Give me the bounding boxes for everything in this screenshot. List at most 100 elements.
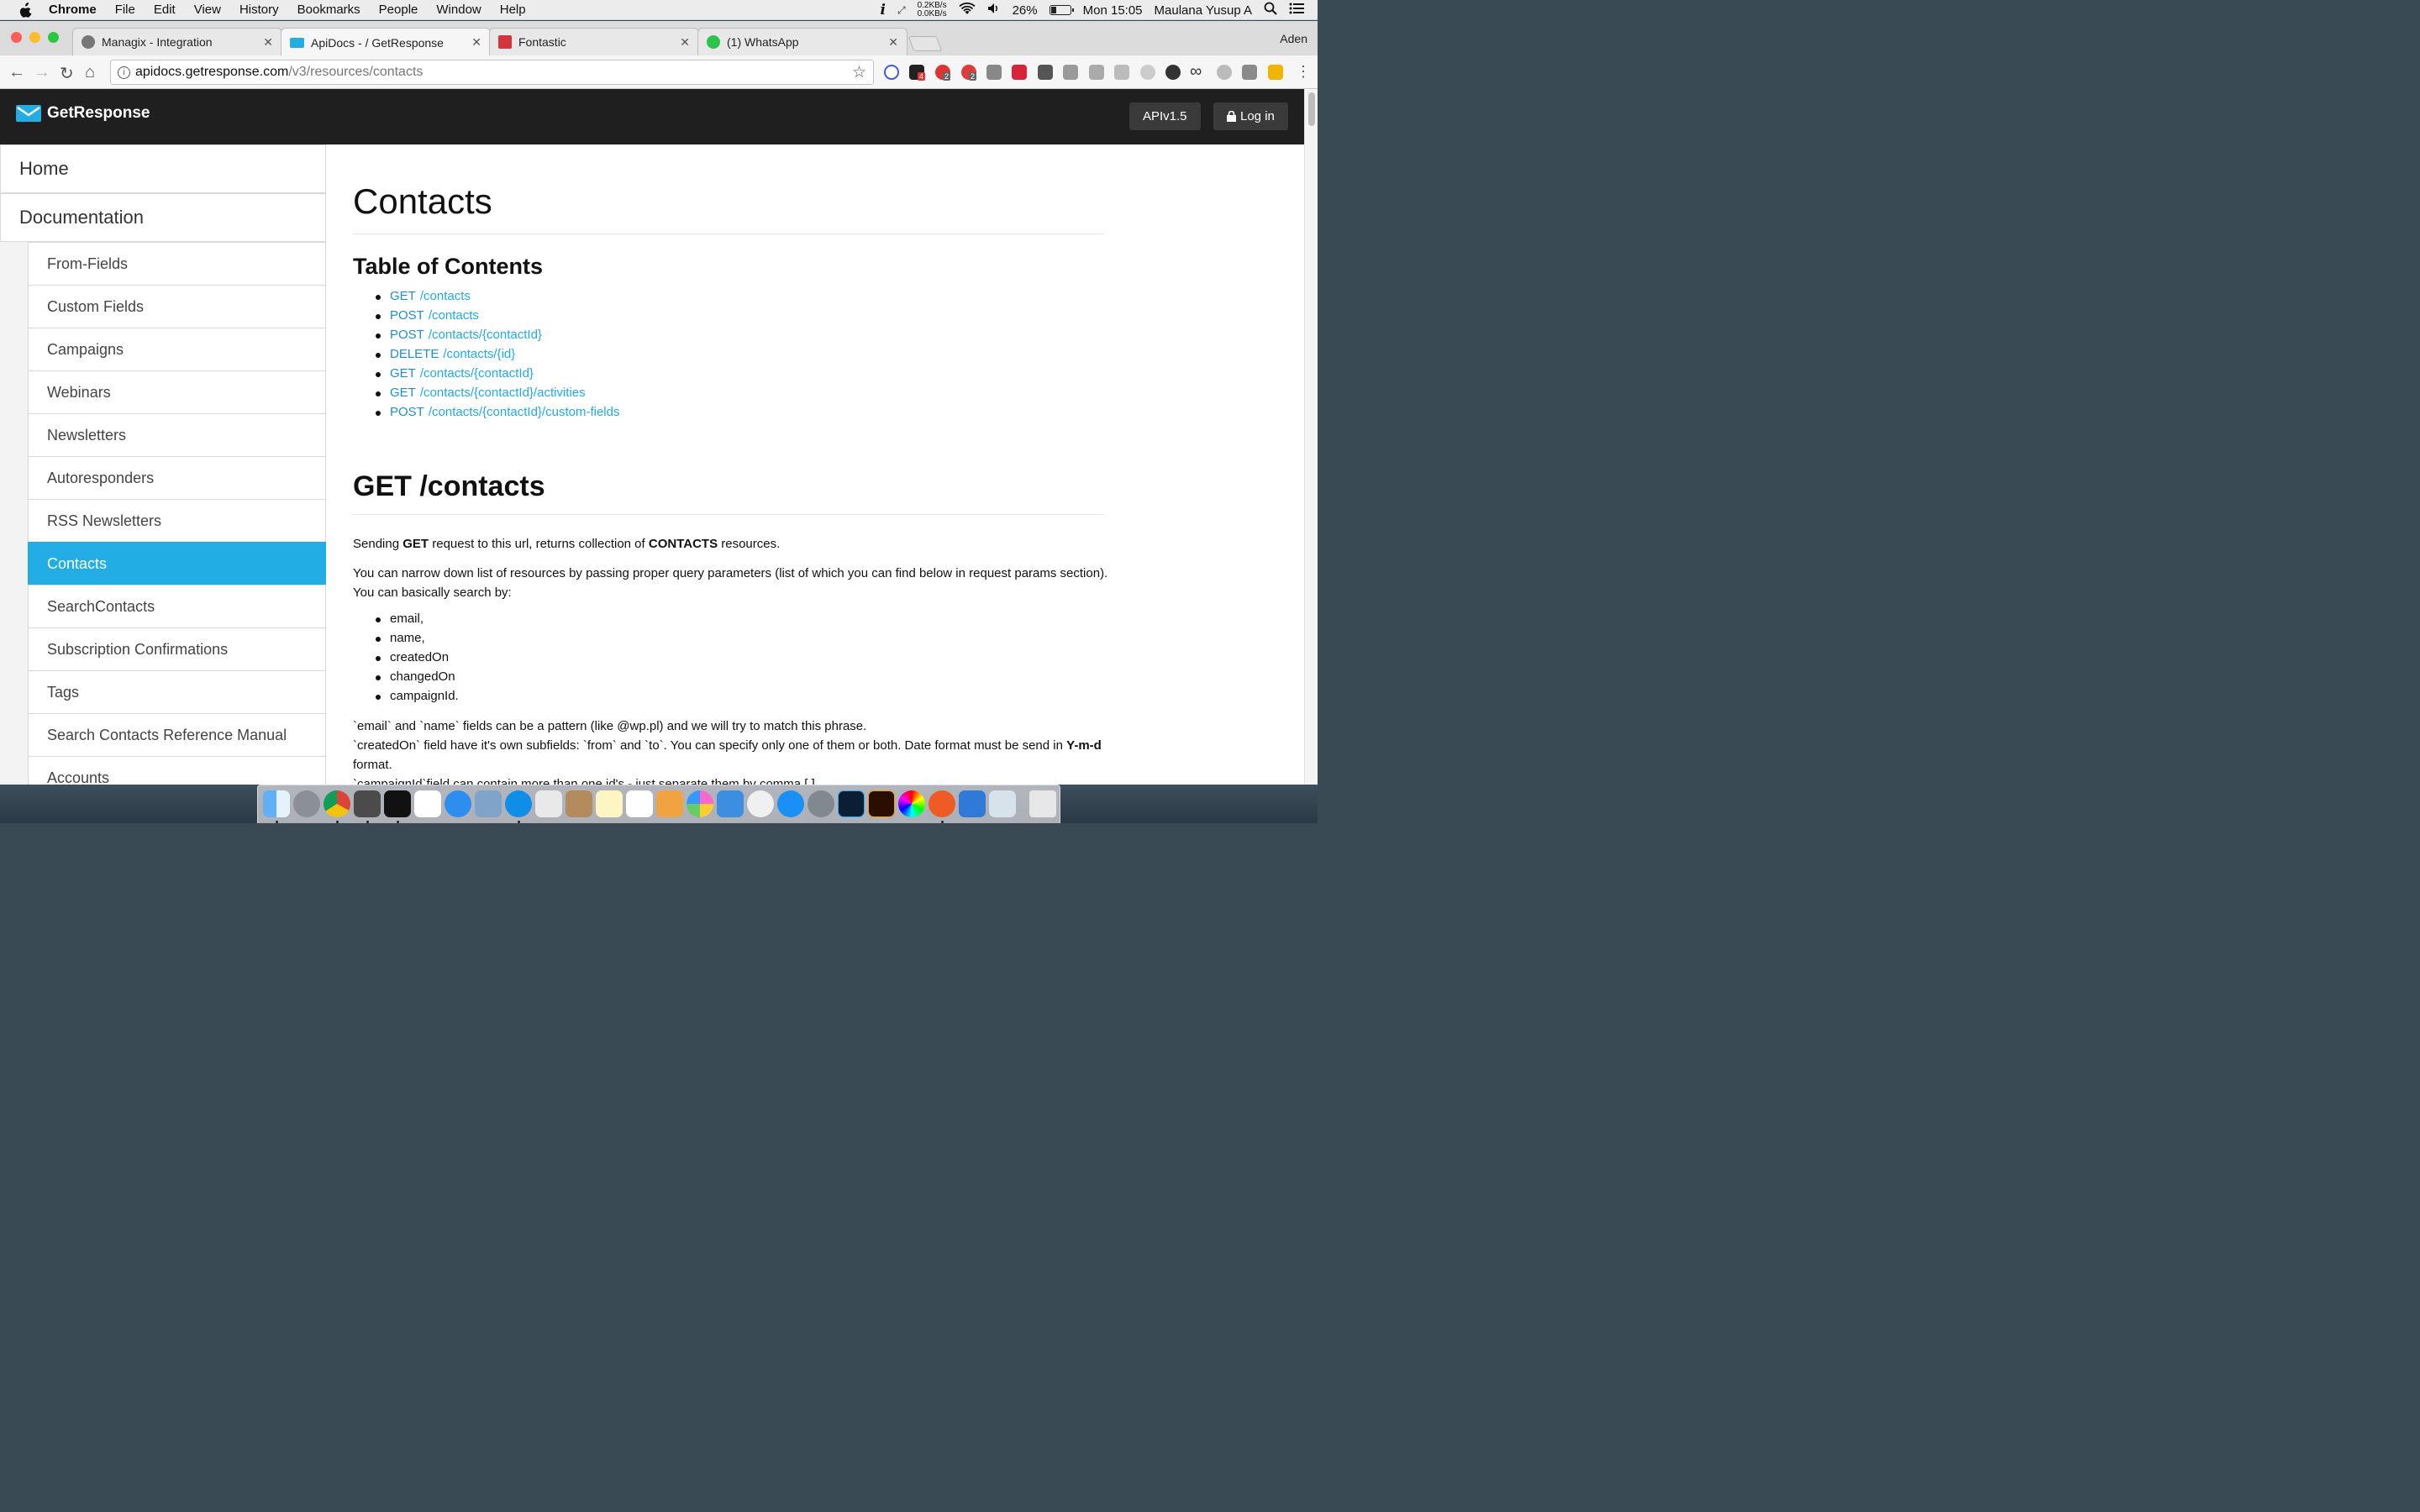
chrome-icon[interactable]: [324, 790, 350, 817]
itunes-icon[interactable]: [747, 790, 774, 817]
sidebar-item-webinars[interactable]: Webinars: [28, 370, 326, 414]
postman-icon[interactable]: [929, 790, 955, 817]
toc-link[interactable]: GET/contacts: [375, 289, 619, 308]
window-close-button[interactable]: [11, 32, 22, 43]
browser-tab[interactable]: Fontastic ✕: [489, 28, 699, 55]
forward-arrow-icon[interactable]: →: [34, 63, 50, 82]
sidebar-item-campaigns[interactable]: Campaigns: [28, 328, 326, 371]
login-button[interactable]: Log in: [1213, 102, 1288, 130]
menu-help[interactable]: Help: [500, 3, 526, 17]
calendar-icon[interactable]: [414, 790, 441, 817]
clock[interactable]: Mon 15:05: [1083, 3, 1143, 18]
menu-app-name[interactable]: Chrome: [49, 3, 97, 17]
xcode-icon[interactable]: [959, 790, 986, 817]
toc-link[interactable]: DELETE/contacts/{id}: [375, 347, 619, 366]
toc-link[interactable]: GET/contacts/{contactId}/activities: [375, 386, 619, 405]
api-version-button[interactable]: APIv1.5: [1129, 102, 1201, 130]
safari-icon[interactable]: [445, 790, 471, 817]
network-speed[interactable]: 0.2KB/s 0.0KB/s: [918, 2, 947, 18]
tab-close-icon[interactable]: ✕: [263, 35, 273, 50]
reload-icon[interactable]: ↻: [60, 63, 74, 84]
color-picker-icon[interactable]: [898, 790, 925, 817]
notification-center-icon[interactable]: [1289, 3, 1304, 18]
launchpad-icon[interactable]: [293, 790, 320, 817]
volume-icon[interactable]: [987, 3, 1001, 18]
terminal-icon[interactable]: [384, 790, 411, 817]
block-extension-icon[interactable]: [884, 65, 899, 80]
menu-window[interactable]: Window: [436, 3, 481, 17]
browser-tab-active[interactable]: ApiDocs - / GetResponse ✕: [281, 28, 491, 56]
sidebar-item-autoresponders[interactable]: Autoresponders: [28, 456, 326, 500]
sidebar-item-from-fields[interactable]: From-Fields: [28, 242, 326, 286]
sidebar-item-search-contacts[interactable]: SearchContacts: [28, 585, 326, 628]
menu-edit[interactable]: Edit: [154, 3, 176, 17]
sidebar-item-home[interactable]: Home: [0, 144, 326, 193]
pages-icon[interactable]: [656, 790, 683, 817]
infinity-icon[interactable]: ∞: [1190, 62, 1202, 81]
bug-icon[interactable]: [986, 65, 1002, 80]
scrollbar-thumb[interactable]: [1308, 92, 1315, 126]
contacts-icon[interactable]: [566, 790, 592, 817]
gear-icon[interactable]: [1165, 65, 1181, 80]
menu-history[interactable]: History: [239, 3, 279, 17]
system-preferences-icon[interactable]: [808, 790, 834, 817]
swirl-icon[interactable]: [1140, 65, 1155, 80]
finder-icon[interactable]: [263, 790, 290, 817]
toc-link[interactable]: POST/contacts: [375, 308, 619, 328]
sublime-text-icon[interactable]: [354, 790, 381, 817]
spotlight-search-icon[interactable]: [1264, 2, 1277, 18]
chrome-menu-icon[interactable]: ⋮: [1296, 63, 1311, 81]
sidebar-item-contacts[interactable]: Contacts: [28, 542, 326, 585]
lightbulb-icon[interactable]: [1038, 65, 1053, 80]
code-icon[interactable]: [1242, 65, 1257, 80]
new-tab-button[interactable]: [908, 36, 943, 51]
keynote-icon[interactable]: [717, 790, 744, 817]
toc-link[interactable]: GET/contacts/{contactId}: [375, 366, 619, 386]
sidebar-item-custom-fields[interactable]: Custom Fields: [28, 285, 326, 328]
menu-bookmarks[interactable]: Bookmarks: [297, 3, 360, 17]
bookmark-star-icon[interactable]: ☆: [852, 63, 866, 82]
sidebar-item-rss-newsletters[interactable]: RSS Newsletters: [28, 499, 326, 543]
numbers-icon[interactable]: [535, 790, 562, 817]
trash-icon[interactable]: [1029, 790, 1056, 817]
info-circle-icon[interactable]: i: [118, 66, 130, 79]
sidebar-item-newsletters[interactable]: Newsletters: [28, 413, 326, 457]
extension-icon-rewind[interactable]: [1012, 65, 1027, 80]
react-icon[interactable]: [1089, 65, 1104, 80]
resize-arrows-icon[interactable]: ⤢: [897, 4, 906, 17]
apple-menu-icon[interactable]: [18, 2, 34, 18]
battery-icon[interactable]: [1049, 5, 1074, 15]
teamviewer-icon[interactable]: [505, 790, 532, 817]
home-icon[interactable]: ⌂: [85, 63, 95, 82]
sidebar-item-search-contacts-manual[interactable]: Search Contacts Reference Manual: [28, 713, 326, 757]
browser-tab[interactable]: Managix - Integration ✕: [72, 28, 282, 55]
camera-icon[interactable]: [1063, 65, 1078, 80]
tab-close-icon[interactable]: ✕: [888, 35, 898, 50]
reminders-icon[interactable]: [626, 790, 653, 817]
menu-people[interactable]: People: [379, 3, 418, 17]
image-icon[interactable]: [1114, 65, 1129, 80]
tooth-app-icon[interactable]: [989, 790, 1016, 817]
address-bar[interactable]: i apidocs.getresponse.com/v3/resources/c…: [110, 60, 874, 85]
menu-view[interactable]: View: [194, 3, 221, 17]
sidebar-item-subscription-confirmations[interactable]: Subscription Confirmations: [28, 627, 326, 671]
illustrator-icon[interactable]: [868, 790, 895, 817]
toc-link[interactable]: POST/contacts/{contactId}: [375, 328, 619, 347]
tab-close-icon[interactable]: ✕: [471, 35, 481, 50]
preview-icon[interactable]: [475, 790, 502, 817]
notes-icon[interactable]: [596, 790, 623, 817]
sidebar-item-documentation[interactable]: Documentation: [0, 193, 326, 242]
sidebar-item-tags[interactable]: Tags: [28, 670, 326, 714]
sidebar-item-accounts[interactable]: Accounts: [28, 756, 326, 785]
extension-icon-circle[interactable]: [1217, 65, 1232, 80]
info-icon[interactable]: i: [880, 2, 885, 18]
battery-percent[interactable]: 26%: [1013, 3, 1038, 18]
photos-icon[interactable]: [687, 790, 713, 817]
tab-close-icon[interactable]: ✕: [680, 35, 690, 50]
profile-name[interactable]: Aden: [1280, 32, 1307, 45]
back-arrow-icon[interactable]: ←: [8, 63, 25, 82]
getresponse-logo[interactable]: GetResponse: [16, 104, 150, 123]
toc-link[interactable]: POST/contacts/{contactId}/custom-fields: [375, 405, 619, 424]
window-minimize-button[interactable]: [29, 32, 40, 43]
pencil-icon[interactable]: [1268, 65, 1283, 80]
